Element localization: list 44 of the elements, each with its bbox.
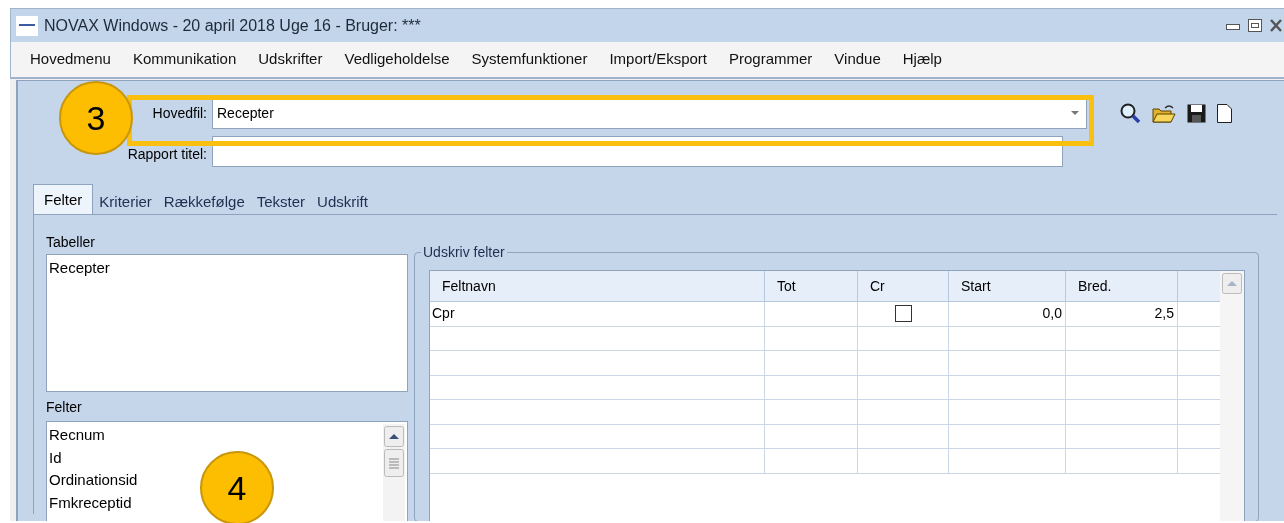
search-icon[interactable] [1120, 102, 1141, 124]
list-item[interactable]: Recepter [49, 257, 407, 279]
list-label: Tabeller [46, 233, 97, 251]
tables-list[interactable]: Recepter [46, 254, 408, 392]
menu-item[interactable]: Systemfunktioner [462, 46, 597, 73]
tab[interactable]: Felter [33, 184, 94, 214]
scroll-thumb[interactable] [384, 449, 404, 477]
column-header[interactable]: Tot [765, 271, 858, 301]
tab[interactable]: Udskrift [311, 188, 374, 214]
window-title: NOVAX Windows - 20 april 2018 Uge 16 - Bruger: *** [44, 15, 421, 36]
new-document-icon[interactable] [1217, 103, 1232, 123]
table-cell: Cpr [430, 302, 765, 326]
minimize-icon[interactable] [1226, 21, 1240, 30]
table-cell: 0,0 [949, 302, 1066, 326]
field-label: Hovedfil: [152, 103, 207, 123]
column-header[interactable]: Feltnavn [430, 271, 765, 301]
save-icon[interactable] [1187, 103, 1206, 123]
list-item[interactable]: Id [49, 448, 62, 466]
app-logo-icon [16, 15, 38, 36]
close-icon[interactable] [1270, 19, 1282, 32]
tab[interactable]: Rækkefølge [157, 188, 251, 214]
dropdown-arrow-icon [1071, 111, 1079, 115]
tab[interactable]: Kriterier [93, 188, 158, 214]
menu-item[interactable]: Vindue [825, 46, 890, 73]
column-header[interactable]: Start [949, 271, 1066, 301]
list-label: Felter [46, 398, 83, 416]
menu-item[interactable]: Vedligeholdelse [335, 46, 459, 73]
menu-item[interactable]: Kommunikation [123, 46, 246, 73]
tab[interactable]: Tekster [250, 188, 312, 214]
menu-item[interactable]: Hjælp [893, 46, 951, 73]
menu-item[interactable]: Udskrifter [249, 46, 332, 73]
table-cell: 2,5 [1066, 302, 1178, 326]
list-item[interactable]: Ordinationsid [49, 471, 138, 488]
restore-icon[interactable] [1248, 19, 1262, 32]
column-header[interactable]: Bred. [1066, 271, 1178, 301]
open-folder-icon[interactable] [1152, 103, 1176, 123]
menu-item[interactable]: Import/Eksport [600, 46, 716, 73]
scroll-up-icon[interactable] [384, 426, 404, 447]
menu-item[interactable]: Programmer [720, 46, 822, 73]
list-item[interactable]: Recnum [49, 426, 105, 443]
menu-item[interactable]: Hovedmenu [21, 46, 120, 73]
column-header[interactable]: Cr [858, 271, 949, 301]
checkbox[interactable] [894, 305, 912, 323]
list-item[interactable]: Fmkreceptid [49, 493, 132, 511]
